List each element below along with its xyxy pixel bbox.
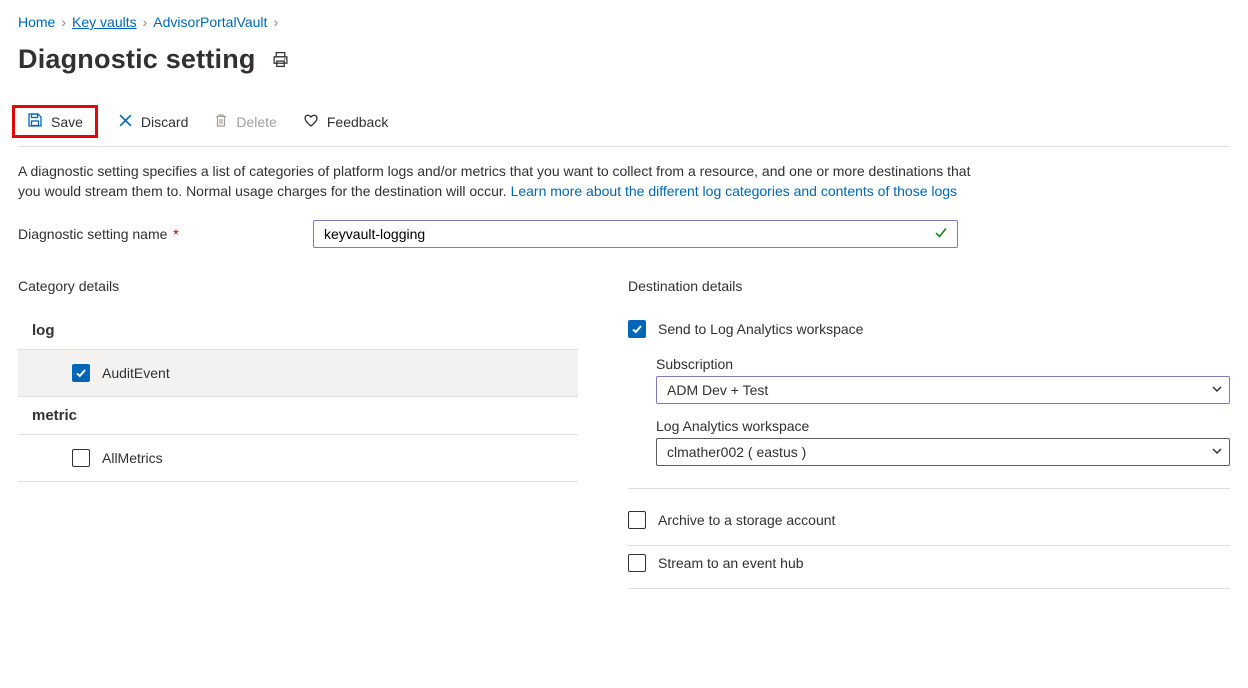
allmetrics-row: AllMetrics — [18, 434, 578, 482]
category-details-title: Category details — [18, 278, 578, 294]
trash-icon — [214, 113, 228, 131]
metric-header: metric — [18, 397, 578, 434]
close-icon — [118, 113, 133, 131]
heart-icon — [303, 113, 319, 131]
auditevent-label: AuditEvent — [102, 365, 170, 381]
send-la-checkbox[interactable] — [628, 320, 646, 338]
chevron-right-icon: › — [61, 14, 66, 30]
chevron-right-icon: › — [143, 14, 148, 30]
save-label: Save — [51, 114, 83, 130]
eventhub-label: Stream to an event hub — [658, 555, 804, 571]
allmetrics-label: AllMetrics — [102, 450, 163, 466]
breadcrumb-key-vaults[interactable]: Key vaults — [72, 14, 137, 30]
workspace-select[interactable]: clmather002 ( eastus ) — [656, 438, 1230, 466]
breadcrumb-vault[interactable]: AdvisorPortalVault — [153, 14, 267, 30]
allmetrics-checkbox[interactable] — [72, 449, 90, 467]
breadcrumb-home[interactable]: Home — [18, 14, 55, 30]
log-header: log — [18, 312, 578, 349]
workspace-value: clmather002 ( eastus ) — [667, 444, 806, 460]
save-button[interactable]: Save — [21, 108, 89, 135]
destination-details-title: Destination details — [628, 278, 1230, 294]
discard-label: Discard — [141, 114, 188, 130]
feedback-label: Feedback — [327, 114, 388, 130]
learn-more-link[interactable]: Learn more about the different log categ… — [511, 183, 957, 199]
breadcrumb: Home › Key vaults › AdvisorPortalVault › — [18, 14, 1230, 30]
auditevent-checkbox[interactable] — [72, 364, 90, 382]
toolbar: Save Discard Delete Feedback — [18, 105, 1230, 147]
subscription-label: Subscription — [656, 356, 1230, 372]
chevron-right-icon: › — [273, 14, 278, 30]
page-title: Diagnostic setting — [18, 44, 256, 75]
chevron-down-icon — [1211, 382, 1223, 398]
archive-label: Archive to a storage account — [658, 512, 835, 528]
subscription-select[interactable]: ADM Dev + Test — [656, 376, 1230, 404]
setting-name-input[interactable] — [313, 220, 958, 248]
archive-checkbox[interactable] — [628, 511, 646, 529]
chevron-down-icon — [1211, 444, 1223, 460]
setting-name-label: Diagnostic setting name * — [18, 226, 313, 242]
feedback-button[interactable]: Feedback — [297, 109, 394, 135]
send-la-label: Send to Log Analytics workspace — [658, 321, 863, 337]
description: A diagnostic setting specifies a list of… — [18, 161, 988, 202]
delete-button: Delete — [208, 109, 282, 135]
subscription-value: ADM Dev + Test — [667, 382, 768, 398]
discard-button[interactable]: Discard — [112, 109, 194, 135]
workspace-label: Log Analytics workspace — [656, 418, 1230, 434]
auditevent-row: AuditEvent — [18, 349, 578, 397]
save-icon — [27, 112, 43, 131]
eventhub-checkbox[interactable] — [628, 554, 646, 572]
delete-label: Delete — [236, 114, 276, 130]
required-indicator: * — [169, 226, 178, 242]
print-icon[interactable] — [272, 51, 289, 68]
check-icon — [934, 225, 948, 242]
